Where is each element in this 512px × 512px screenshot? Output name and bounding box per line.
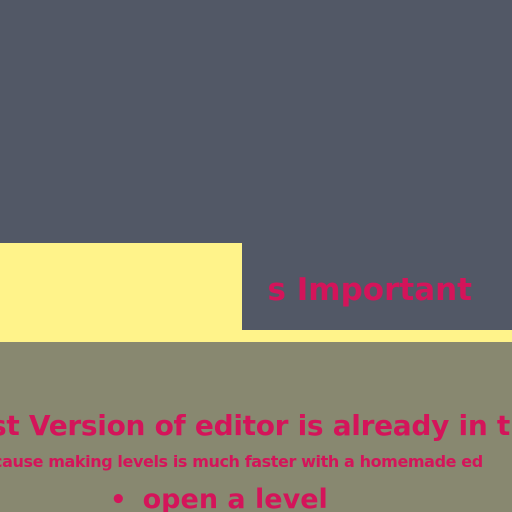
slide-viewport: s Important st Version of editor is alre… — [0, 0, 512, 512]
bullet-dot-icon: • — [110, 485, 127, 512]
heading-card — [0, 243, 242, 330]
bullet-list-item: • open a level — [110, 480, 328, 512]
content-panel: st Version of editor is already in th ca… — [0, 342, 512, 512]
content-line-primary: st Version of editor is already in th — [0, 409, 512, 442]
slide-heading: s Important — [267, 272, 472, 308]
content-line-secondary: cause making levels is much faster with … — [0, 452, 483, 471]
divider-strip — [0, 330, 512, 342]
bullet-item-text: open a level — [142, 484, 328, 512]
